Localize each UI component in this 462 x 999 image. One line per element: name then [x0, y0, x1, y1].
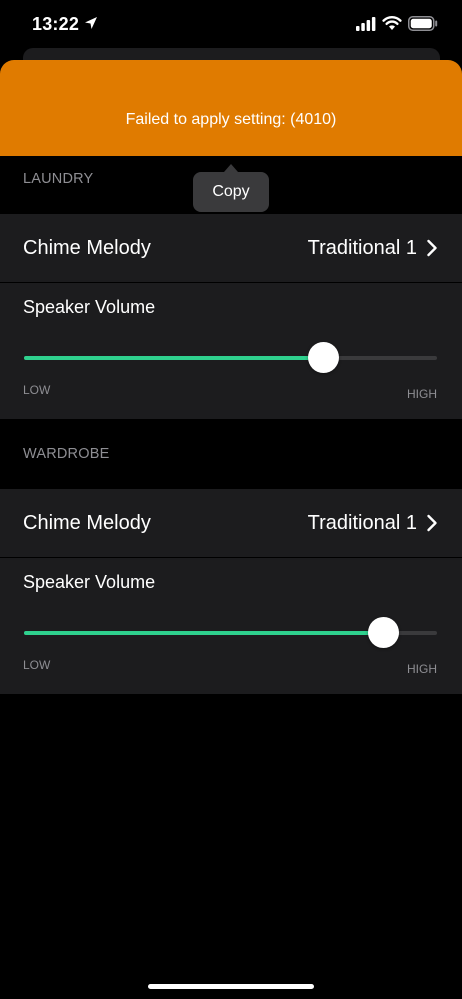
chime-melody-label: Chime Melody: [23, 512, 151, 534]
chime-melody-value: Traditional 1: [307, 237, 417, 259]
slider-low-label: LOW: [23, 383, 51, 397]
speaker-volume-row-wardrobe: Speaker Volume LOW HIGH: [0, 558, 462, 694]
location-arrow-icon: [85, 17, 97, 29]
slider-thumb[interactable]: [308, 342, 340, 373]
chevron-right-icon: [427, 514, 437, 532]
speaker-volume-slider[interactable]: [24, 617, 437, 648]
chime-melody-label: Chime Melody: [23, 237, 151, 259]
cellular-signal-icon: [356, 17, 376, 31]
slider-thumb[interactable]: [368, 617, 400, 648]
copy-tooltip[interactable]: Copy: [193, 164, 269, 212]
slider-low-label: LOW: [23, 658, 51, 672]
home-indicator[interactable]: [148, 984, 314, 989]
slider-high-label: HIGH: [407, 662, 437, 676]
battery-icon: [408, 16, 438, 31]
slider-high-label: HIGH: [407, 387, 437, 401]
chime-melody-value: Traditional 1: [307, 512, 417, 534]
chime-melody-row-wardrobe[interactable]: Chime Melody Traditional 1: [0, 489, 462, 557]
section-header-laundry: LAUNDRY: [23, 171, 94, 187]
slider-fill: [24, 631, 384, 635]
status-bar: 13:22: [0, 0, 462, 50]
speaker-volume-slider[interactable]: [24, 342, 437, 373]
copy-label: Copy: [212, 183, 250, 200]
status-time: 13:22: [32, 14, 80, 34]
chime-melody-row-laundry[interactable]: Chime Melody Traditional 1: [0, 214, 462, 282]
wifi-icon: [382, 16, 402, 30]
speaker-volume-label: Speaker Volume: [23, 297, 156, 317]
slider-fill: [24, 356, 324, 360]
speaker-volume-row-laundry: Speaker Volume LOW HIGH: [0, 283, 462, 419]
section-header-wardrobe: WARDROBE: [23, 446, 110, 462]
error-banner[interactable]: Failed to apply setting: (4010): [0, 60, 462, 156]
chevron-right-icon: [427, 239, 437, 257]
speaker-volume-label: Speaker Volume: [23, 572, 156, 592]
error-message: Failed to apply setting: (4010): [125, 111, 337, 128]
